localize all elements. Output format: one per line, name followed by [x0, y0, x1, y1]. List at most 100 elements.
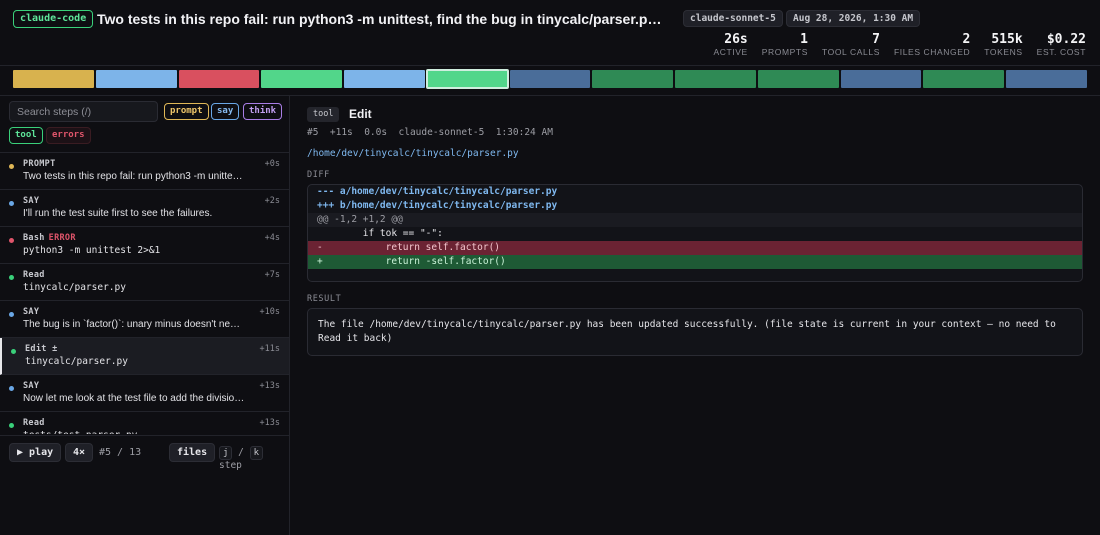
- step-type-dot-icon: [11, 349, 16, 354]
- stat-label: FILES CHANGED: [893, 47, 971, 57]
- timeline-segment[interactable]: [425, 69, 509, 89]
- stat-value: 515k: [991, 32, 1023, 47]
- step-kind: SAY: [23, 307, 39, 317]
- error-badge: ERROR: [48, 233, 76, 243]
- step-item[interactable]: Edit ± +11s tinycalc/parser.py: [0, 338, 289, 375]
- step-kind-label: Bash: [23, 233, 45, 243]
- timeline-segment[interactable]: [592, 70, 674, 88]
- keyboard-hint: j / k step: [219, 446, 289, 471]
- step-time: +13s: [259, 381, 280, 391]
- detail-meta: #5 +11s 0.0s claude-sonnet-5 1:30:24 AM: [307, 127, 553, 138]
- timeline-segment[interactable]: [509, 70, 591, 88]
- stat-value: $0.22: [1046, 32, 1086, 47]
- session-title: Two tests in this repo fail: run python3…: [97, 11, 667, 27]
- step-text: tinycalc/parser.py: [25, 356, 128, 367]
- stat-value: 26s: [724, 32, 748, 47]
- step-kind-label: Read: [23, 418, 45, 428]
- step-kind: SAY: [23, 196, 39, 206]
- step-item[interactable]: Read +13s tests/test_parser.py: [0, 412, 289, 434]
- step-time: +11s: [259, 344, 280, 354]
- stat-prompts: 1 PROMPTS: [762, 32, 808, 58]
- step-type-dot-icon: [9, 164, 14, 169]
- stat-label: TOOL CALLS: [822, 47, 880, 57]
- step-item[interactable]: SAY +2s I'll run the test suite first to s…: [0, 190, 289, 227]
- diff-line: --- a/home/dev/tinycalc/tinycalc/parser.…: [317, 186, 558, 197]
- timeline-segment[interactable]: [13, 70, 94, 88]
- step-kind-label: Read: [23, 270, 45, 280]
- diff-line: + return -self.factor(): [308, 255, 1082, 269]
- step-type-dot-icon: [9, 201, 14, 206]
- stat-label: TOKENS: [984, 47, 1023, 57]
- timeline-segment[interactable]: [675, 70, 756, 88]
- timeline-segment[interactable]: [757, 70, 839, 88]
- diff-label: DIFF: [307, 170, 330, 180]
- diff-line: +++ b/home/dev/tinycalc/tinycalc/parser.…: [317, 200, 558, 211]
- timeline-segment[interactable]: [178, 70, 260, 88]
- tool-tag: tool: [307, 107, 340, 122]
- sidebar: prompt say think tool errors PROMPT +0s Tw…: [0, 96, 290, 535]
- step-type-dot-icon: [9, 312, 14, 317]
- stat-value: 2: [962, 32, 971, 47]
- step-kind: Read: [23, 270, 45, 280]
- step-item[interactable]: SAY +13s Now let me look at the test file …: [0, 375, 289, 412]
- step-item[interactable]: PROMPT +0s Two tests in this repo fail: ru…: [0, 153, 289, 190]
- step-text: tests/test_parser.py: [23, 430, 245, 434]
- step-text: I'll run the test suite first to see the…: [23, 208, 213, 219]
- timeline-segment[interactable]: [840, 70, 922, 88]
- step-item[interactable]: SAY +10s The bug is in `factor()`: unary m…: [0, 301, 289, 338]
- step-item[interactable]: Read +7s tinycalc/parser.py: [0, 264, 289, 301]
- timeline-segment[interactable]: [261, 70, 343, 88]
- date-badge: Aug 28, 2026, 1:30 AM: [786, 10, 921, 27]
- key-separator: /: [238, 447, 244, 458]
- step-kind: Bash ERROR: [23, 233, 76, 243]
- search-input[interactable]: [9, 101, 158, 122]
- step-kind: Read: [23, 418, 45, 428]
- step-kind-label: SAY: [23, 196, 40, 206]
- file-path-link[interactable]: /home/dev/tinycalc/tinycalc/parser.py: [307, 148, 519, 159]
- diff-line: if tok == "-":: [317, 228, 443, 239]
- stat-value: 7: [872, 32, 880, 47]
- step-list: PROMPT +0s Two tests in this repo fail: ru…: [0, 152, 289, 434]
- step-kind-label: PROMPT: [23, 159, 56, 169]
- result-label: RESULT: [307, 294, 342, 304]
- stats-bar: 26s ACTIVE 1 PROMPTS 7 TOOL CALLS 2 FILE…: [713, 32, 1086, 58]
- filter-tool-button[interactable]: tool: [9, 127, 43, 144]
- step-text: Two tests in this repo fail: run python3…: [23, 171, 245, 182]
- timeline-segment[interactable]: [344, 70, 425, 88]
- key-k: k: [249, 446, 264, 460]
- step-kind: SAY: [23, 381, 39, 391]
- filter-prompt-button[interactable]: prompt: [164, 103, 209, 120]
- filter-think-button[interactable]: think: [243, 103, 283, 120]
- detail-title: Edit: [349, 107, 372, 121]
- stat-label: ACTIVE: [713, 47, 748, 57]
- stat-tool-calls: 7 TOOL CALLS: [822, 32, 880, 58]
- step-time: +2s: [264, 196, 280, 206]
- step-text: Now let me look at the test file to add …: [23, 393, 245, 404]
- timeline-segment[interactable]: [95, 70, 177, 88]
- step-type-dot-icon: [9, 275, 14, 280]
- step-text: tinycalc/parser.py: [23, 282, 126, 293]
- stat-est-cost: $0.22 EST. COST: [1037, 32, 1086, 58]
- step-time: +7s: [264, 270, 280, 280]
- step-type-dot-icon: [9, 423, 14, 428]
- step-type-dot-icon: [9, 238, 14, 243]
- files-button[interactable]: files: [169, 443, 216, 462]
- filter-errors-button[interactable]: errors: [46, 127, 91, 144]
- header: claude-code Two tests in this repo fail:…: [0, 0, 1100, 66]
- step-time: +0s: [264, 159, 280, 169]
- step-type-dot-icon: [9, 386, 14, 391]
- timeline-segment[interactable]: [1006, 70, 1087, 88]
- diff-view: --- a/home/dev/tinycalc/tinycalc/parser.…: [307, 184, 1083, 282]
- step-kind-label: SAY: [23, 381, 40, 391]
- stat-files-changed: 2 FILES CHANGED: [894, 32, 970, 58]
- stat-value: 1: [800, 32, 808, 47]
- play-button[interactable]: ▶ play: [9, 443, 62, 462]
- filter-say-button[interactable]: say: [211, 103, 240, 120]
- step-hint-label: step: [219, 460, 242, 471]
- stat-label: PROMPTS: [761, 47, 808, 57]
- speed-button[interactable]: 4×: [65, 443, 94, 462]
- timeline: [13, 69, 1087, 89]
- timeline-segment[interactable]: [923, 70, 1005, 88]
- step-item[interactable]: Bash ERROR +4s python3 -m unittest 2>&1: [0, 227, 289, 264]
- diff-line: @@ -1,2 +1,2 @@: [308, 213, 1082, 227]
